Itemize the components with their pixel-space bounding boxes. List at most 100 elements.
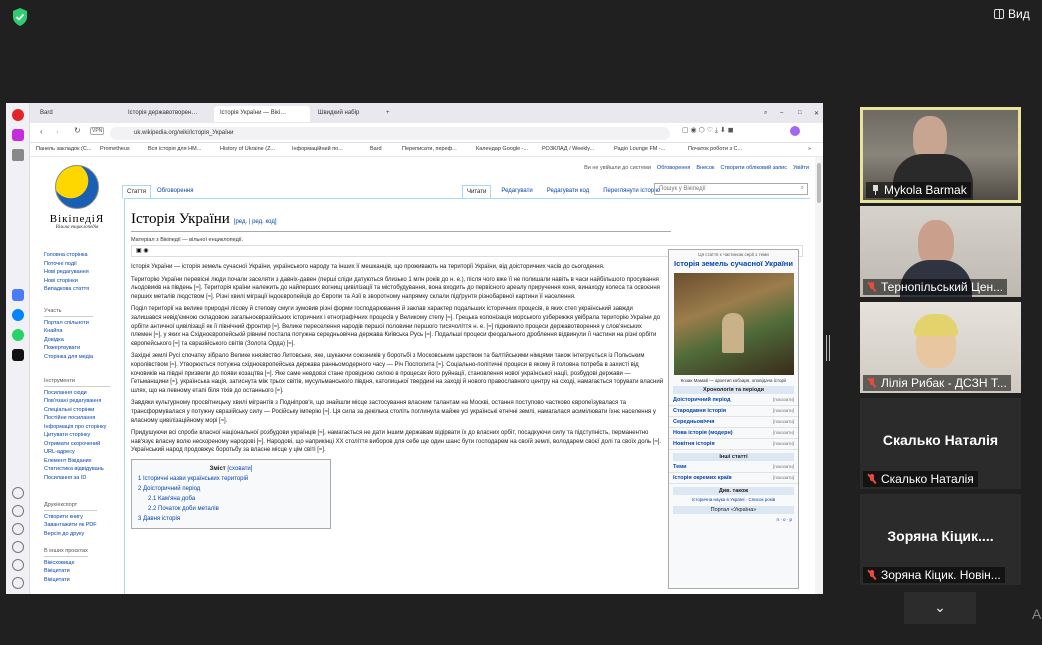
tab-read[interactable]: Читати bbox=[462, 185, 492, 199]
nav-link[interactable]: Пожертвувати bbox=[44, 344, 93, 353]
bookmark-item[interactable]: Переписати, переф... bbox=[402, 146, 457, 152]
participant-tile[interactable]: Лілія Рибак - ДСЗН Т... bbox=[860, 302, 1021, 393]
nav-link[interactable]: Головна сторінка bbox=[44, 251, 89, 260]
toolbar-icons[interactable]: ▢ ◉ ⬡ ♡ ⤓ ⬇ ◼ bbox=[682, 126, 734, 135]
infobox-link[interactable]: Середньовіччя bbox=[673, 419, 715, 425]
show-toggle[interactable]: [показати] bbox=[773, 464, 794, 470]
bookmark-item[interactable]: Панель закладок (С... bbox=[36, 146, 91, 152]
nav-link[interactable]: Портал спільноти bbox=[44, 319, 93, 328]
bookmark-item[interactable]: Prometheus bbox=[100, 146, 130, 152]
view-button[interactable]: Вид bbox=[994, 7, 1030, 21]
infobox-row[interactable]: Доісторичний період [показати] bbox=[669, 395, 798, 406]
bookmark-item[interactable]: Радіо Lounge FM -... bbox=[614, 146, 665, 152]
send-icon[interactable] bbox=[12, 505, 24, 517]
tab-article[interactable]: Стаття bbox=[122, 185, 151, 199]
url-field[interactable]: uk.wikipedia.org/wiki/Історія_України bbox=[110, 127, 670, 140]
nav-link[interactable]: Нові сторінки bbox=[44, 277, 89, 286]
wiki-search-input[interactable]: Пошук у Вікіпедії ⌕ bbox=[654, 183, 808, 195]
nav-link[interactable]: Довідка bbox=[44, 336, 93, 345]
player-icon[interactable] bbox=[12, 487, 24, 499]
bookmark-item[interactable]: Інформаційний по... bbox=[292, 146, 343, 152]
nav-link[interactable]: Кнайпа bbox=[44, 327, 93, 336]
nav-link[interactable]: Посилання сюди bbox=[44, 389, 110, 398]
tiktok-icon[interactable] bbox=[12, 349, 24, 361]
infobox-link[interactable]: Нова історія (модерн) bbox=[673, 430, 733, 436]
nav-link[interactable]: Нові редагування bbox=[44, 268, 89, 277]
user-nav-link[interactable]: Внесок bbox=[696, 165, 714, 171]
sidebar-app-icon[interactable] bbox=[12, 289, 24, 301]
show-toggle[interactable]: [показати] bbox=[773, 430, 794, 436]
infobox-row[interactable]: Історія окремих країв [показати] bbox=[669, 473, 798, 484]
toc-item[interactable]: 2.2 Початок доби металів bbox=[138, 504, 324, 514]
toc-item[interactable]: 2 Доісторичний період bbox=[138, 484, 324, 494]
toc-link[interactable]: 2.2 Початок доби металів bbox=[148, 506, 219, 512]
participant-tile-speaking[interactable]: Mykola Barmak bbox=[860, 107, 1021, 203]
browser-tab[interactable]: Bard bbox=[34, 106, 118, 122]
browser-tab[interactable]: Історія державотворен… bbox=[122, 106, 212, 122]
nav-link[interactable]: Випадкова стаття bbox=[44, 285, 89, 294]
profile-avatar[interactable] bbox=[790, 126, 800, 136]
infobox-row[interactable]: Середньовіччя [показати] bbox=[669, 417, 798, 428]
bookmarks-more-icon[interactable]: » bbox=[808, 146, 811, 152]
show-toggle[interactable]: [показати] bbox=[773, 441, 794, 447]
home-icon[interactable] bbox=[12, 149, 24, 161]
infobox-link[interactable]: Стародавня історія bbox=[673, 408, 726, 414]
close-window-icon[interactable]: ✕ bbox=[808, 106, 822, 122]
toc-toggle[interactable]: [сховати] bbox=[227, 466, 252, 472]
reload-icon[interactable]: ↻ bbox=[74, 126, 81, 135]
nav-link[interactable]: Завантажити як PDF bbox=[44, 521, 97, 530]
infobox-link[interactable]: Теми bbox=[673, 464, 687, 470]
toc-link[interactable]: 3 Давня історія bbox=[138, 516, 180, 522]
resize-handle[interactable] bbox=[826, 335, 830, 361]
infobox-see-also[interactable]: Історична наука в Україні · Список років bbox=[669, 496, 798, 503]
search-icon[interactable]: ⌕ bbox=[801, 185, 804, 192]
toc-item[interactable]: 3 Давня історія bbox=[138, 514, 324, 524]
participant-tile[interactable]: Тернопільський Цен... bbox=[860, 206, 1021, 297]
nav-link[interactable]: Спеціальні сторінки bbox=[44, 406, 110, 415]
show-toggle[interactable]: [показати] bbox=[773, 475, 794, 481]
user-nav-link[interactable]: Обговорення bbox=[657, 165, 690, 171]
nav-link[interactable]: Цитувати сторінку bbox=[44, 431, 110, 440]
nav-link[interactable]: Постійне посилання bbox=[44, 414, 110, 423]
toc-item[interactable]: 1 Історичні назви українських територій bbox=[138, 474, 324, 484]
browser-tab[interactable]: Швидкий набір bbox=[312, 106, 376, 122]
nav-link[interactable]: Версія до друку bbox=[44, 530, 97, 539]
whatsapp-icon[interactable] bbox=[12, 329, 24, 341]
messenger-icon[interactable] bbox=[12, 309, 24, 321]
nav-link[interactable]: Посилання за ID bbox=[44, 474, 110, 483]
nav-link[interactable]: Статистика відвідувань bbox=[44, 465, 110, 474]
vpn-badge[interactable]: VPN bbox=[90, 127, 105, 135]
bookmark-item[interactable]: Початок роботи з C... bbox=[688, 146, 742, 152]
toc-link[interactable]: 2 Доісторичний період bbox=[138, 486, 200, 492]
title-edit-links[interactable]: [ред. | ред. код] bbox=[234, 219, 277, 225]
page-scrollbar[interactable] bbox=[815, 157, 823, 594]
forward-icon[interactable]: › bbox=[56, 127, 59, 136]
security-shield-icon[interactable] bbox=[10, 7, 30, 27]
search-tabs-icon[interactable]: ⌕ bbox=[758, 106, 770, 122]
settings-icon[interactable] bbox=[12, 559, 24, 571]
infobox-link[interactable]: Доісторичний період bbox=[673, 397, 731, 403]
show-toggle[interactable]: [показати] bbox=[773, 397, 794, 403]
navbox-links[interactable]: п · о · р bbox=[669, 515, 798, 524]
infobox-row[interactable]: Теми [показати] bbox=[669, 462, 798, 473]
bookmark-item[interactable]: History of Ukraine (Z... bbox=[220, 146, 275, 152]
user-nav-link[interactable]: Створити обліковий запис bbox=[720, 165, 787, 171]
browser-tab-active[interactable]: Історія України — Вікі… bbox=[214, 106, 310, 122]
aria-icon[interactable] bbox=[12, 129, 24, 141]
nav-link[interactable]: Вікісховище bbox=[44, 559, 88, 568]
infobox-link[interactable]: Новітня історія bbox=[673, 441, 715, 447]
history-icon[interactable] bbox=[12, 523, 24, 535]
portal-link[interactable]: Портал «Україна» bbox=[711, 507, 757, 513]
nav-link[interactable]: Вікіцитати bbox=[44, 576, 88, 585]
infobox-row[interactable]: Стародавня історія [показати] bbox=[669, 406, 798, 417]
more-icon[interactable] bbox=[12, 577, 24, 589]
infobox-portal[interactable]: Портал «Україна» bbox=[673, 506, 794, 514]
infobox-row[interactable]: Новітня історія [показати] bbox=[669, 439, 798, 450]
nav-link[interactable]: Поточні події bbox=[44, 260, 89, 269]
bookmark-item[interactable]: Bard bbox=[370, 146, 382, 152]
eye-icon[interactable]: ◉ bbox=[143, 248, 148, 254]
nav-link[interactable]: Елемент Вікіданих bbox=[44, 457, 110, 466]
scroll-participants-button[interactable]: ⌄ bbox=[904, 592, 976, 624]
nav-link[interactable]: Створити книгу bbox=[44, 513, 97, 522]
tab-edit[interactable]: Редагувати bbox=[497, 185, 537, 199]
